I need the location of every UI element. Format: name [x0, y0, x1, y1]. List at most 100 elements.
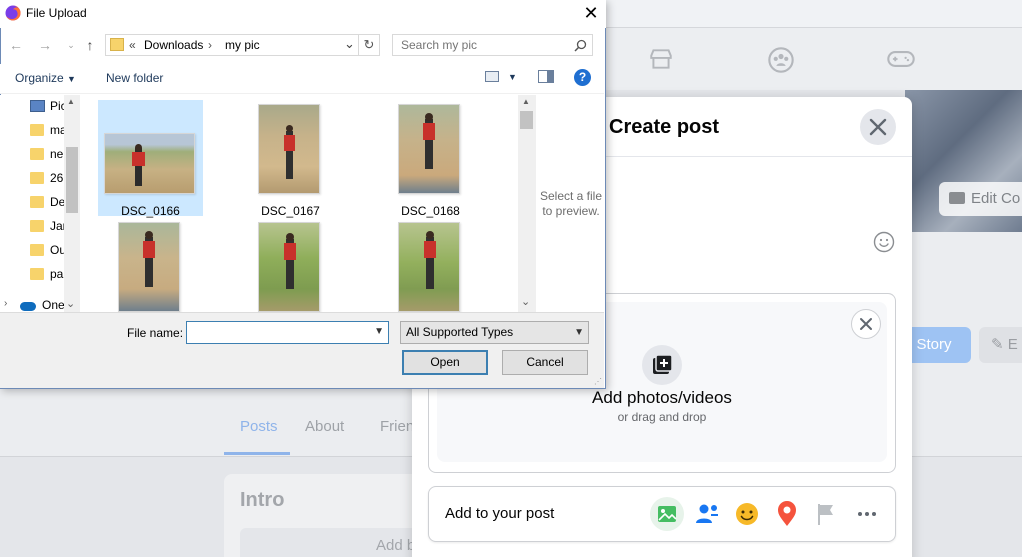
navigation-scrollbar[interactable]: ▲ ⌄	[64, 95, 80, 312]
add-bio-button[interactable]: Add b	[240, 528, 420, 557]
scroll-up-icon[interactable]: ▲	[67, 97, 75, 106]
file-thumbnail	[398, 104, 460, 194]
photo-icon[interactable]	[650, 497, 684, 531]
file-thumbnail	[118, 222, 180, 312]
breadcrumb-chevron-icon: ›	[208, 38, 212, 52]
cancel-button[interactable]: Cancel	[502, 350, 588, 375]
pictures-icon	[30, 100, 45, 112]
address-overflow[interactable]: «	[129, 38, 136, 52]
breadcrumb-my-pic[interactable]: my pic	[225, 38, 260, 52]
organize-menu[interactable]: Organize ▼	[15, 71, 76, 85]
file-item[interactable]: DSC_0167	[238, 100, 343, 218]
file-type-select[interactable]: All Supported Types ▼	[400, 321, 589, 344]
close-dialog-button[interactable]: ✕	[580, 2, 602, 24]
scrollbar-thumb[interactable]	[66, 147, 78, 213]
more-icon[interactable]	[850, 497, 884, 531]
emoji-icon[interactable]	[873, 231, 895, 253]
forward-icon[interactable]: →	[37, 38, 53, 52]
up-icon[interactable]: ↑	[82, 38, 98, 52]
feeling-icon[interactable]	[730, 497, 764, 531]
tree-item-folder[interactable]: ma	[30, 122, 64, 140]
help-icon[interactable]: ?	[574, 69, 591, 86]
file-thumbnail	[104, 133, 195, 194]
scrollbar-thumb[interactable]	[520, 111, 533, 129]
camera-icon	[949, 192, 965, 204]
intro-title: Intro	[240, 489, 285, 511]
file-name-label: File name:	[127, 326, 184, 340]
tree-item-folder[interactable]: De	[30, 194, 64, 212]
scroll-down-icon[interactable]: ⌄	[521, 295, 530, 308]
tab-about[interactable]: About	[305, 418, 344, 435]
active-tab-indicator	[224, 452, 290, 455]
edit-cover-button[interactable]: Edit Co	[939, 182, 1022, 216]
file-name-combobox[interactable]: ▼	[186, 321, 389, 344]
new-folder-button[interactable]: New folder	[106, 71, 163, 85]
tab-friends[interactable]: Frien	[380, 418, 414, 435]
tab-posts[interactable]: Posts	[240, 418, 278, 435]
folder-icon	[30, 220, 44, 232]
file-item[interactable]: DSC_0166	[98, 100, 203, 218]
search-box[interactable]	[392, 34, 593, 56]
view-icon[interactable]	[485, 71, 499, 82]
tree-item-folder[interactable]: Ou	[30, 242, 64, 260]
scroll-up-icon[interactable]: ▲	[522, 97, 530, 106]
resize-grip-icon[interactable]: ⋰	[594, 377, 604, 387]
chevron-down-icon[interactable]: ⌄	[344, 36, 355, 52]
breadcrumb-downloads[interactable]: Downloads	[144, 38, 203, 52]
folder-icon	[30, 148, 44, 160]
chevron-down-icon[interactable]: ▼	[374, 326, 384, 337]
preview-pane: Select a file to preview.	[535, 95, 605, 312]
tag-people-icon[interactable]	[690, 497, 724, 531]
back-icon[interactable]: ←	[8, 38, 24, 52]
file-thumbnail	[398, 222, 460, 312]
recent-locations-icon[interactable]: ⌄	[63, 38, 79, 52]
file-list[interactable]: DSC_0166 DSC_0167 DSC_0168	[84, 95, 518, 312]
folder-icon	[30, 196, 44, 208]
tree-item-folder[interactable]: Jar	[30, 218, 64, 236]
tree-item-folder[interactable]: ne	[30, 146, 64, 164]
scroll-down-icon[interactable]: ⌄	[66, 297, 75, 310]
onedrive-icon	[20, 302, 36, 311]
view-dropdown-icon[interactable]: ▼	[508, 72, 517, 82]
file-item[interactable]	[378, 220, 483, 312]
folder-icon	[30, 268, 44, 280]
flag-icon[interactable]	[810, 497, 844, 531]
edit-profile-button[interactable]: ✎ E	[979, 327, 1022, 363]
dropdown-arrow-icon: ▼	[67, 74, 76, 84]
file-item[interactable]	[238, 220, 343, 312]
tree-item-onedrive[interactable]: › One	[4, 298, 64, 312]
pencil-icon: ✎	[991, 336, 1004, 353]
file-thumbnail	[258, 222, 320, 312]
expand-icon: ›	[4, 298, 8, 309]
address-bar[interactable]: « Downloads › my pic ⌄	[105, 34, 359, 56]
file-name-input[interactable]	[190, 325, 365, 339]
folder-icon	[30, 172, 44, 184]
close-create-post-button[interactable]	[860, 109, 896, 145]
add-to-post-label: Add to your post	[445, 505, 555, 522]
close-upload-button[interactable]	[851, 309, 881, 339]
search-input[interactable]	[401, 38, 571, 52]
tree-item-folder[interactable]: pa	[30, 266, 64, 284]
refresh-button[interactable]: ↻	[359, 34, 380, 56]
tree-item-pictures[interactable]: Pic	[30, 98, 64, 116]
file-item[interactable]: DSC_0168	[378, 100, 483, 218]
marketplace-icon[interactable]	[646, 46, 676, 76]
file-item[interactable]	[98, 220, 203, 312]
file-list-scrollbar[interactable]: ▲ ⌄	[518, 95, 535, 312]
folder-icon	[110, 38, 124, 51]
dialog-title: File Upload	[26, 6, 87, 20]
navigation-pane[interactable]: Pic ma ne 26 De Jar Ou pa › One	[0, 95, 64, 312]
preview-message: Select a file to preview.	[539, 189, 603, 218]
groups-icon[interactable]	[766, 46, 796, 76]
preview-pane-icon[interactable]	[538, 70, 554, 83]
tree-item-folder[interactable]: 26	[30, 170, 64, 188]
check-in-icon[interactable]	[770, 497, 804, 531]
create-post-title: Create post	[609, 116, 720, 138]
open-button[interactable]: Open	[402, 350, 488, 375]
close-icon	[860, 318, 872, 330]
upload-subtitle: or drag and drop	[617, 410, 707, 424]
dialog-titlebar[interactable]	[0, 0, 606, 28]
chevron-down-icon: ▼	[574, 327, 584, 338]
gaming-icon[interactable]	[886, 46, 916, 76]
close-icon: ✕	[583, 3, 599, 23]
